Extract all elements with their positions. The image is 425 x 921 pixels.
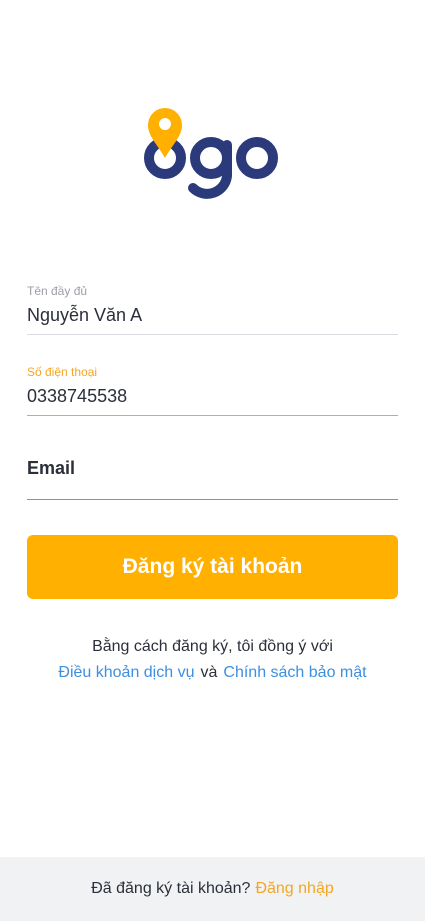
phone-input[interactable]: 0338745538 (27, 382, 398, 410)
phone-underline (27, 415, 398, 416)
terms-notice: Bằng cách đăng ký, tôi đồng ý với Điều k… (0, 638, 425, 682)
email-input[interactable]: Email (27, 454, 398, 482)
full-name-label: Tên đầy đủ (27, 284, 88, 298)
signup-screen: Tên đầy đủ Nguyễn Văn A Số điện thoại 03… (0, 0, 425, 921)
login-link[interactable]: Đăng nhập (255, 880, 333, 898)
email-field[interactable]: Email (27, 454, 398, 500)
register-button[interactable]: Đăng ký tài khoản (27, 535, 398, 599)
login-footer: Đã đăng ký tài khoản? Đăng nhập (0, 857, 425, 921)
terms-intro: Bằng cách đăng ký, tôi đồng ý với (92, 638, 333, 655)
privacy-policy-link[interactable]: Chính sách bảo mật (223, 664, 366, 681)
phone-field[interactable]: Số điện thoại 0338745538 (27, 364, 398, 416)
full-name-input[interactable]: Nguyễn Văn A (27, 301, 398, 329)
ogo-logo (143, 108, 278, 199)
terms-links: Điều khoản dịch vụ và Chính sách bảo mật (0, 664, 425, 682)
terms-conjunction: và (200, 664, 218, 681)
terms-of-service-link[interactable]: Điều khoản dịch vụ (58, 664, 194, 681)
full-name-field[interactable]: Tên đầy đủ Nguyễn Văn A (27, 283, 398, 335)
full-name-underline (27, 334, 398, 335)
login-prompt: Đã đăng ký tài khoản? (91, 880, 251, 897)
app-logo (0, 100, 425, 210)
email-underline (27, 499, 398, 500)
phone-label: Số điện thoại (27, 365, 98, 379)
